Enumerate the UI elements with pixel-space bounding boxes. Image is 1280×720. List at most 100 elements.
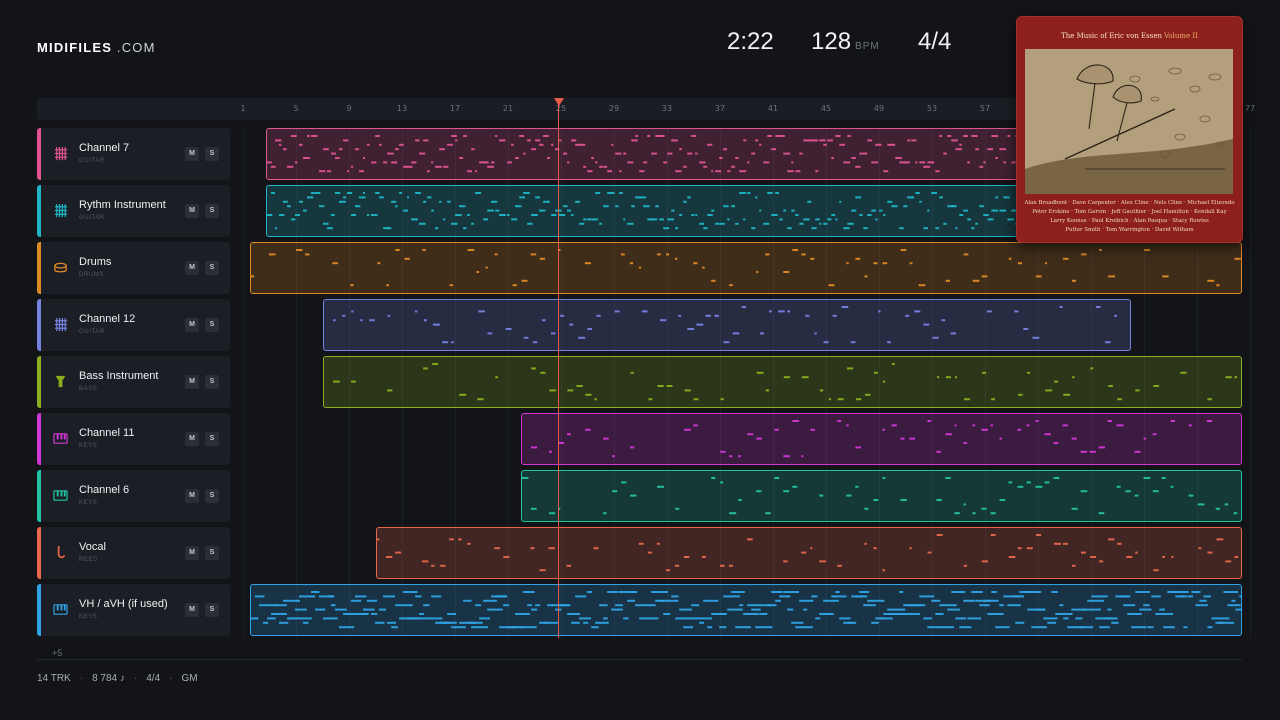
midi-note: [882, 380, 885, 383]
playhead-handle[interactable]: [554, 98, 564, 106]
midi-note: [526, 604, 532, 607]
midi-note: [442, 218, 445, 221]
midi-note: [542, 621, 558, 624]
mute-button[interactable]: M: [185, 261, 199, 275]
track-header[interactable]: Channel 6 KEYS M S: [37, 470, 230, 522]
solo-button[interactable]: S: [205, 603, 219, 617]
midi-note: [1102, 617, 1118, 620]
midi-note: [529, 547, 534, 550]
track-header[interactable]: Drums DRUMS M S: [37, 242, 230, 294]
midi-note: [595, 314, 601, 317]
midi-note: [638, 196, 646, 199]
solo-button[interactable]: S: [205, 546, 219, 560]
midi-region[interactable]: [375, 527, 1242, 579]
midi-note: [1142, 604, 1150, 607]
solo-button[interactable]: S: [205, 489, 219, 503]
solo-button[interactable]: S: [205, 318, 219, 332]
midi-note: [350, 165, 353, 168]
midi-note: [962, 599, 975, 602]
midi-note: [530, 367, 536, 370]
midi-note: [530, 148, 536, 151]
solo-button[interactable]: S: [205, 375, 219, 389]
midi-region[interactable]: [249, 242, 1242, 294]
solo-button[interactable]: S: [205, 261, 219, 275]
midi-note: [558, 442, 565, 444]
mute-button[interactable]: M: [185, 603, 199, 617]
midi-note: [791, 249, 798, 251]
midi-note: [338, 148, 343, 151]
midi-note: [846, 494, 852, 497]
ruler-tick: 9: [346, 104, 352, 113]
midi-region[interactable]: [521, 413, 1242, 465]
mute-button[interactable]: M: [185, 204, 199, 218]
ruler-tick: 33: [661, 104, 673, 113]
midi-region[interactable]: [521, 470, 1242, 522]
midi-note: [505, 328, 511, 330]
mute-button[interactable]: M: [185, 147, 199, 161]
track-header[interactable]: Channel 11 KEYS M S: [37, 413, 230, 465]
midi-note: [695, 323, 703, 326]
track-header[interactable]: Channel 7 GUITAR M S: [37, 128, 230, 180]
midi-note: [994, 156, 998, 159]
track-count: 14 TRK: [37, 673, 71, 684]
midi-note: [794, 170, 800, 173]
midi-note: [746, 192, 750, 195]
footer-meter: 4/4: [146, 673, 161, 684]
midi-note: [470, 148, 475, 151]
midi-note: [930, 192, 937, 195]
midi-note: [706, 143, 712, 146]
midi-region[interactable]: [322, 356, 1242, 408]
midi-note: [1017, 428, 1022, 431]
midi-note: [693, 424, 699, 427]
midi-note: [423, 319, 427, 322]
track-header[interactable]: Vocal REED M S: [37, 527, 230, 579]
track-header[interactable]: VH / aVH (if used) KEYS M S: [37, 584, 230, 636]
midi-note: [874, 218, 878, 221]
midi-note: [314, 192, 320, 195]
more-tracks-indicator[interactable]: +5: [52, 648, 62, 658]
midi-note: [855, 257, 860, 260]
mute-button[interactable]: M: [185, 318, 199, 332]
solo-button[interactable]: S: [205, 147, 219, 161]
solo-button[interactable]: S: [205, 432, 219, 446]
track-header[interactable]: Bass Instrument BASS M S: [37, 356, 230, 408]
midi-region[interactable]: [322, 299, 1131, 351]
midi-note: [542, 135, 549, 138]
midi-note: [722, 205, 729, 208]
midi-note: [378, 608, 386, 611]
mute-button[interactable]: M: [185, 546, 199, 560]
ruler-tick: 45: [820, 104, 832, 113]
midi-region[interactable]: [249, 584, 1242, 636]
midi-note: [487, 332, 492, 335]
midi-note: [274, 604, 287, 607]
track-header[interactable]: Rythm Instrument GUITAR M S: [37, 185, 230, 237]
midi-note: [1089, 450, 1097, 453]
midi-note: [863, 542, 867, 545]
midi-note: [958, 213, 963, 216]
midi-note: [385, 284, 389, 287]
solo-button[interactable]: S: [205, 204, 219, 218]
midi-note: [638, 617, 648, 620]
mute-button[interactable]: M: [185, 489, 199, 503]
midi-note: [1014, 621, 1024, 624]
midi-note: [606, 591, 619, 593]
playhead[interactable]: [558, 104, 559, 638]
midi-note: [441, 341, 448, 344]
midi-note: [756, 437, 763, 440]
midi-note: [730, 165, 735, 168]
track-header[interactable]: Channel 12 GUITAR M S: [37, 299, 230, 351]
midi-note: [693, 398, 698, 401]
midi-note: [1134, 389, 1140, 392]
midi-note: [682, 200, 687, 203]
midi-note: [1022, 328, 1028, 330]
midi-note: [864, 275, 868, 278]
midi-note: [630, 205, 635, 208]
midi-note: [1231, 599, 1236, 602]
mute-button[interactable]: M: [185, 432, 199, 446]
midi-note: [370, 613, 377, 615]
midi-note: [962, 209, 968, 212]
mute-button[interactable]: M: [185, 375, 199, 389]
midi-note: [666, 152, 673, 155]
midi-note: [450, 222, 458, 225]
midi-note: [449, 284, 453, 287]
